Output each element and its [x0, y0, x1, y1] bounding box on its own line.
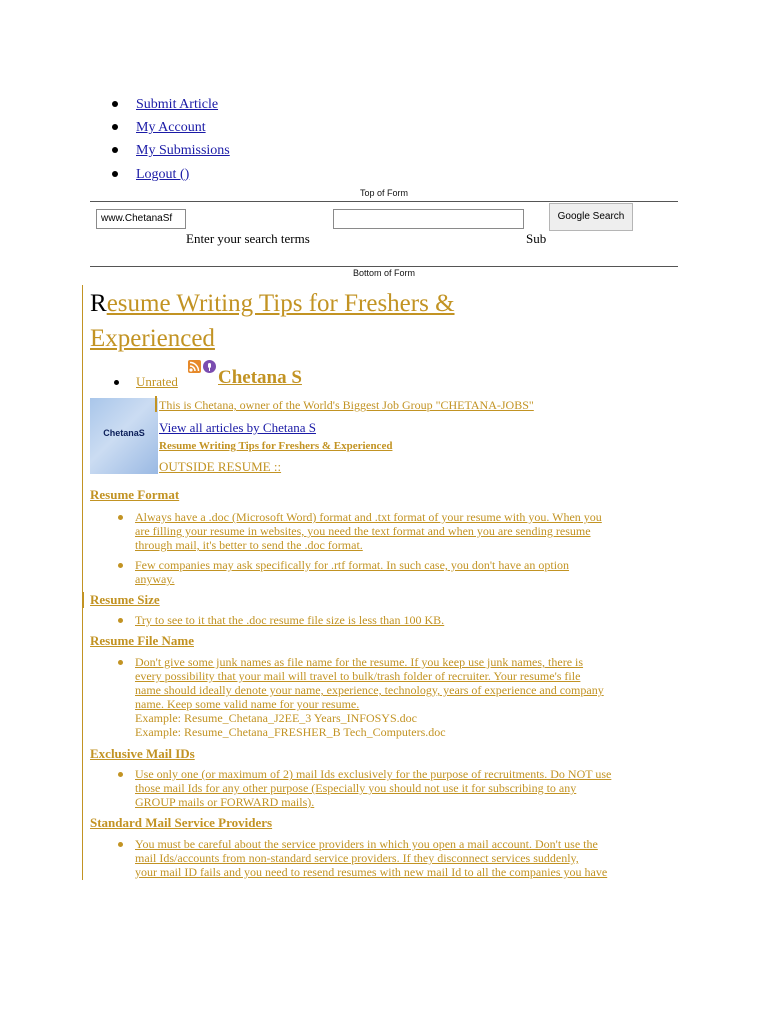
- content-left-bar: [82, 285, 83, 880]
- section-heading-standard-mail-providers: Standard Mail Service Providers: [90, 815, 273, 830]
- author-desc-bar: [155, 396, 157, 412]
- form-bottom-label: Bottom of Form: [352, 268, 415, 278]
- section-marker: [82, 592, 84, 608]
- list-item: Use only one (or maximum of 2) mail Ids …: [135, 767, 612, 809]
- list-bullet: [118, 515, 123, 520]
- list-bullet: [118, 618, 123, 623]
- author-avatar[interactable]: ChetanaS: [90, 398, 158, 474]
- author-name-link[interactable]: Chetana S: [218, 367, 302, 389]
- search-input[interactable]: [333, 209, 524, 229]
- nav-item-logout[interactable]: Logout (): [112, 166, 230, 189]
- author-description[interactable]: This is Chetana, owner of the World's Bi…: [159, 398, 534, 413]
- rss-icon[interactable]: [188, 360, 201, 373]
- rating-link[interactable]: Unrated: [136, 374, 178, 390]
- search-hint: Enter your search terms: [186, 231, 310, 246]
- article-title: Resume Writing Tips for Freshers & Exper…: [90, 286, 650, 356]
- section-heading-exclusive-mail-ids: Exclusive Mail IDs: [90, 746, 195, 761]
- outside-resume-heading[interactable]: OUTSIDE RESUME ::: [159, 459, 281, 475]
- title-link-line1[interactable]: esume Writing Tips for Freshers &: [107, 290, 455, 317]
- section-heading-resume-format: Resume Format: [90, 487, 180, 502]
- example-line: Example: Resume_Chetana_J2EE_3 Years_INF…: [135, 711, 417, 725]
- list-item: Don't give some junk names as file name …: [135, 655, 683, 739]
- section-heading-resume-file-name: Resume File Name: [90, 633, 194, 648]
- section-heading-resume-size: Resume Size: [90, 592, 160, 607]
- list-item: Always have a .doc (Microsoft Word) form…: [135, 510, 602, 552]
- form-top-label: Top of Form: [359, 188, 408, 198]
- form-bottom-rule: [90, 266, 678, 267]
- list-item: Few companies may ask specifically for .…: [135, 558, 570, 586]
- view-all-articles-link[interactable]: View all articles by Chetana S: [159, 420, 316, 436]
- list-bullet: [118, 660, 123, 665]
- google-search-button[interactable]: Google Search: [549, 203, 633, 231]
- top-nav: Submit Article My Account My Submissions…: [112, 96, 230, 189]
- title-link-line2[interactable]: Experienced: [90, 325, 215, 352]
- title-first-letter: R: [90, 290, 107, 317]
- avatar-label: ChetanaS: [103, 428, 145, 438]
- form-top-rule: [90, 201, 678, 202]
- list-item: You must be careful about the service pr…: [135, 837, 608, 879]
- nav-item-my-account[interactable]: My Account: [112, 119, 230, 142]
- list-bullet: [118, 842, 123, 847]
- article-link[interactable]: Resume Writing Tips for Freshers & Exper…: [159, 440, 392, 452]
- nav-item-my-submissions[interactable]: My Submissions: [112, 142, 230, 165]
- domain-field[interactable]: www.ChetanaSf: [96, 209, 186, 229]
- list-bullet: [118, 563, 123, 568]
- submit-fragment[interactable]: Sub: [526, 231, 546, 247]
- podcast-icon[interactable]: [203, 360, 216, 373]
- list-item: Try to see to it that the .doc resume fi…: [135, 613, 445, 627]
- nav-item-submit-article[interactable]: Submit Article: [112, 96, 230, 119]
- example-line: Example: Resume_Chetana_FRESHER_B Tech_C…: [135, 725, 446, 739]
- list-bullet: [118, 772, 123, 777]
- rating-bullet: [114, 380, 119, 385]
